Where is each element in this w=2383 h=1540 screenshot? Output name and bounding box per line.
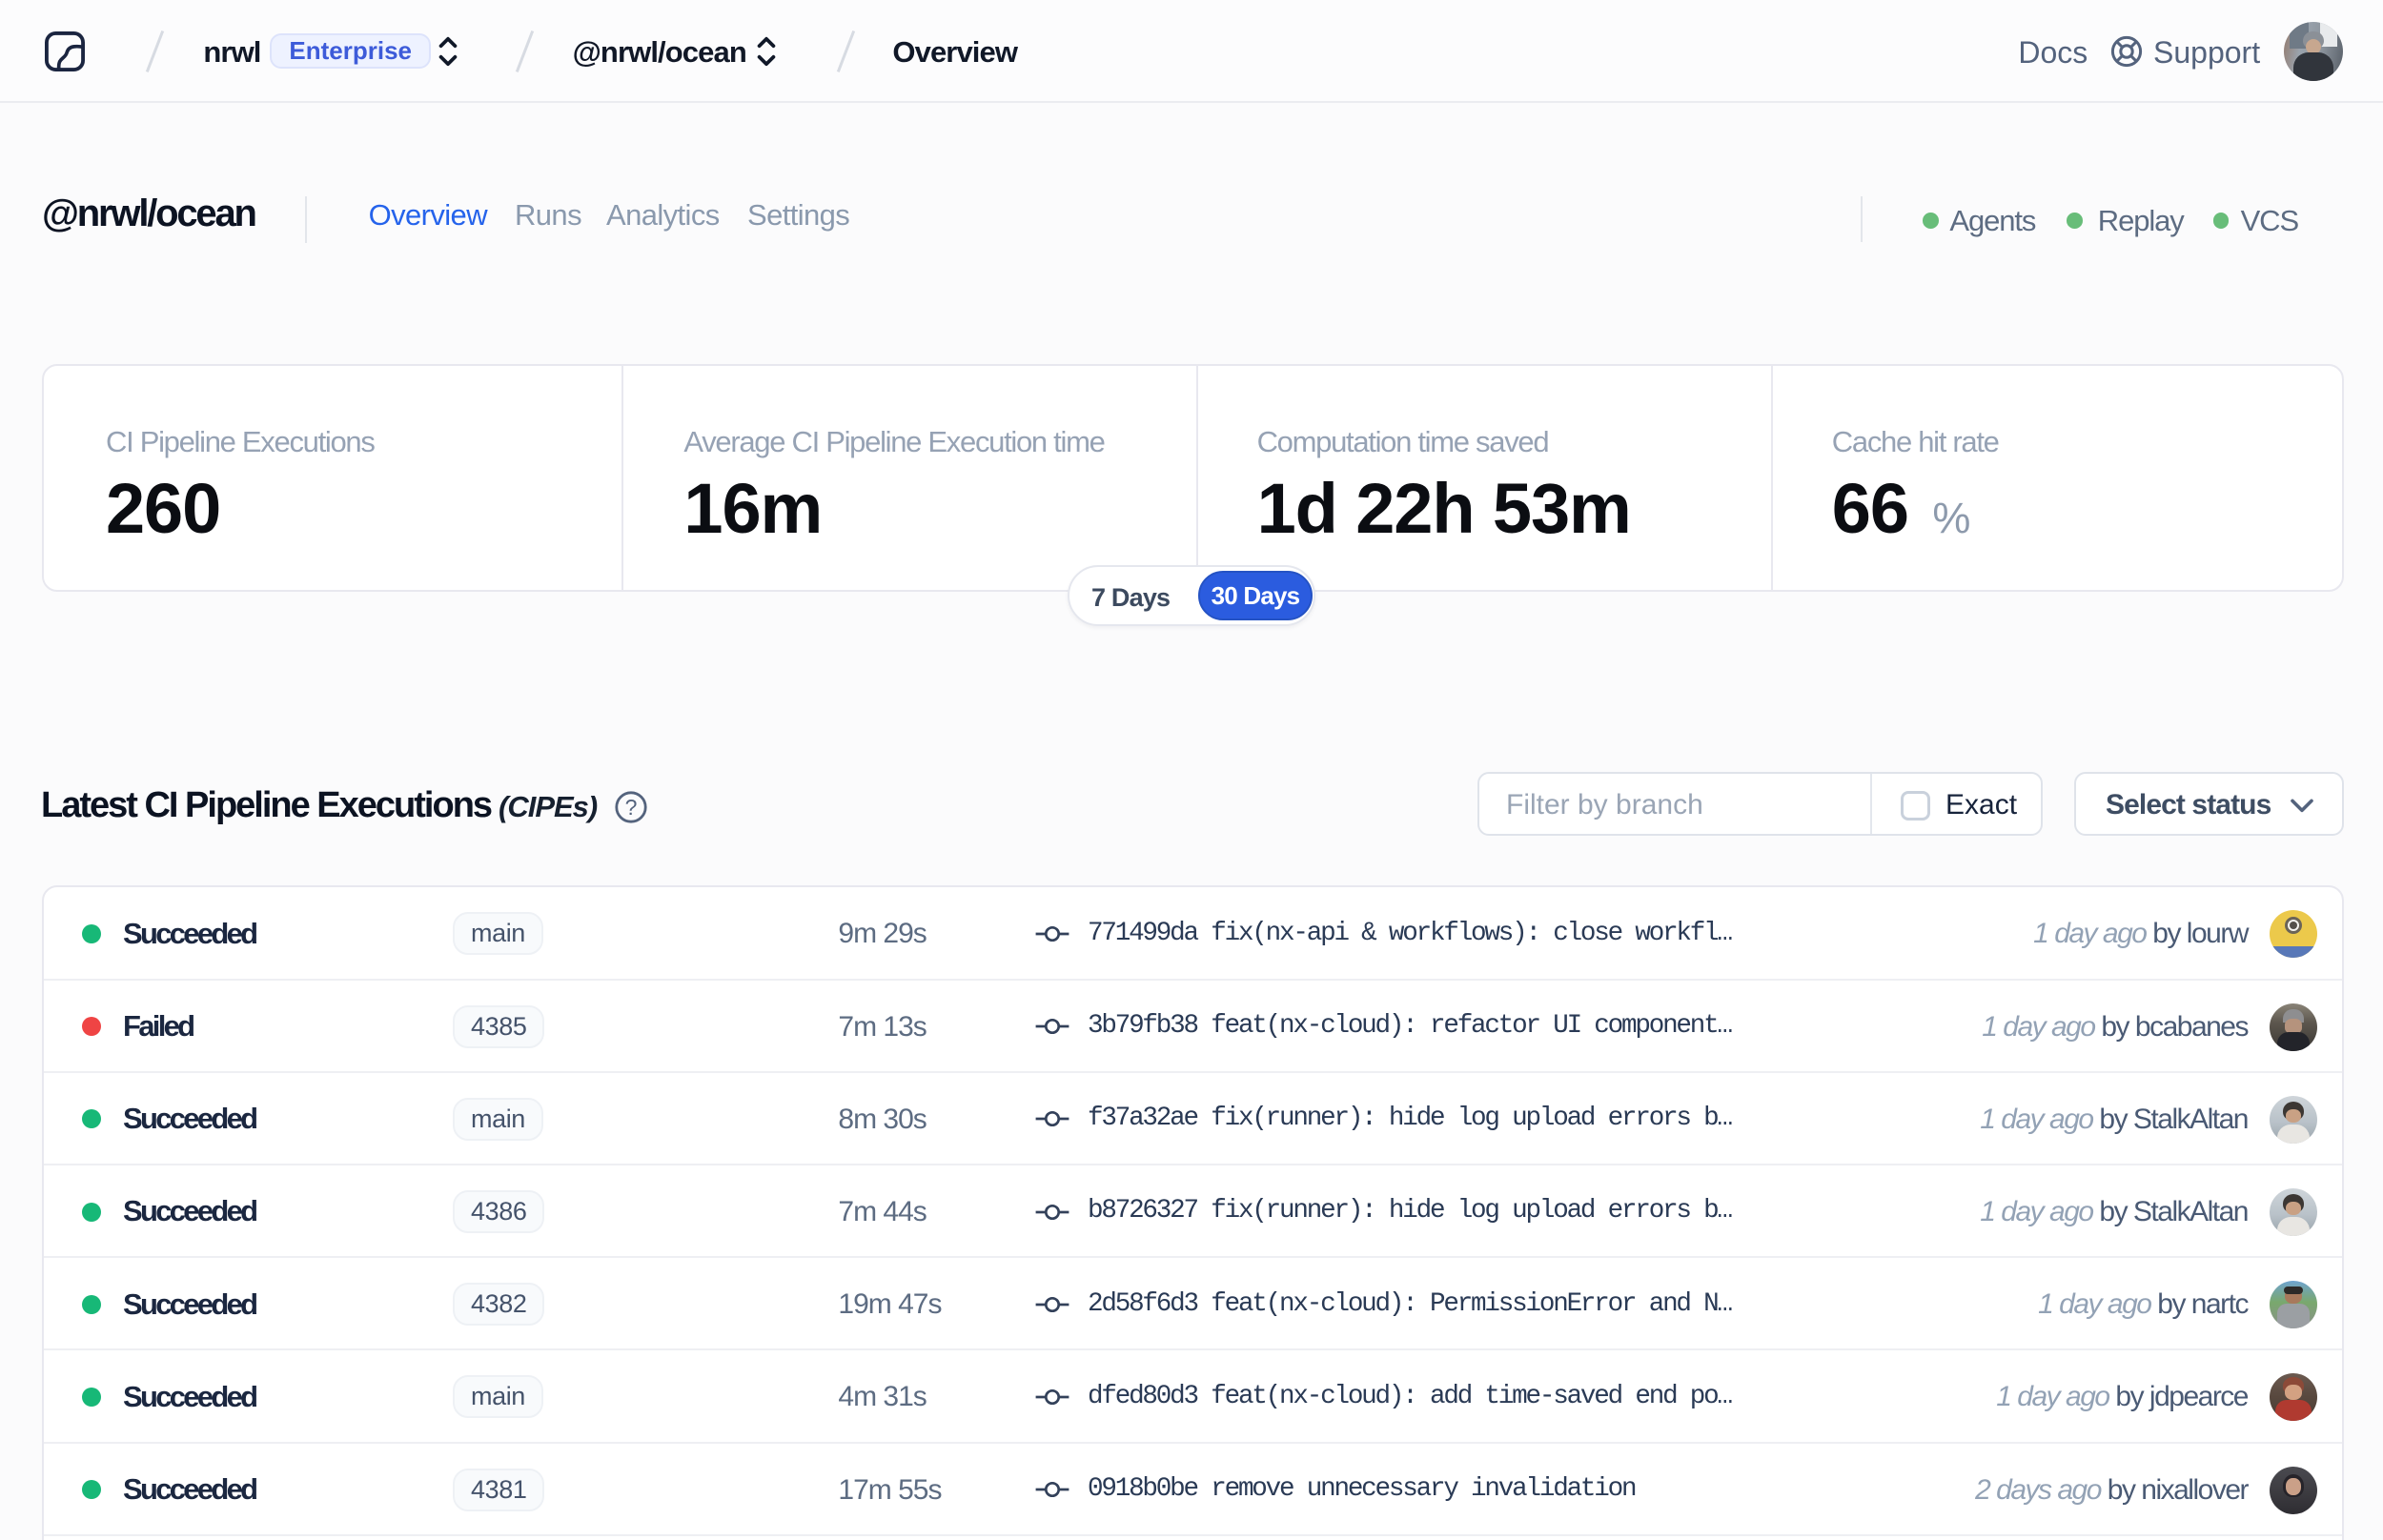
svg-text:?: ? [625,795,638,820]
